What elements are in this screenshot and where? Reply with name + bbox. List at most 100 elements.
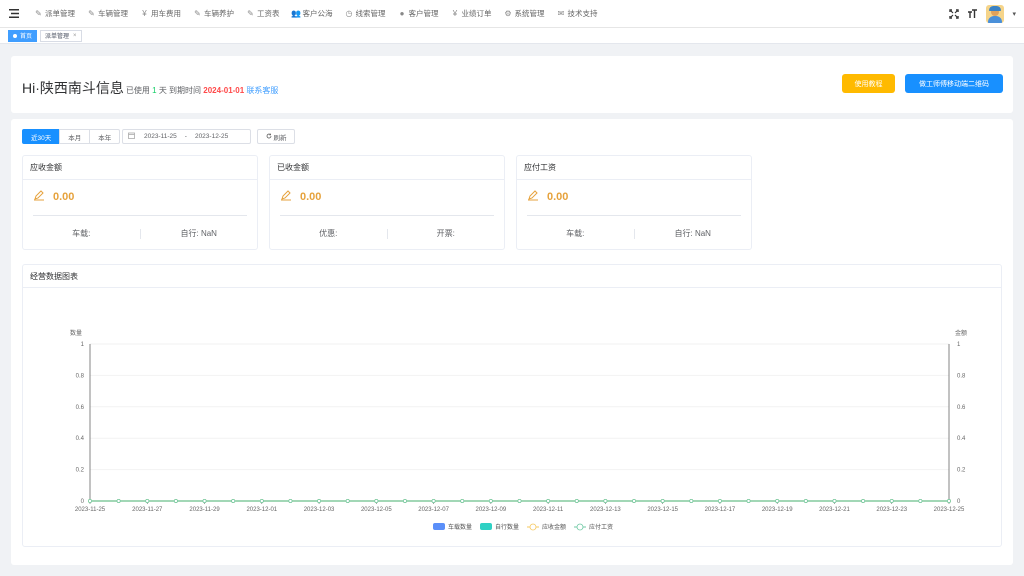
- stat-right-label: 自行: NaN: [180, 229, 217, 238]
- point-3-9: [345, 499, 350, 503]
- contact-support-link[interactable]: 联系客服: [246, 86, 278, 95]
- range-this-year[interactable]: 本年: [89, 129, 121, 144]
- dashboard-panel: 近30天 本月 本年 2023-11-25 - 2023-12-25 刷新 应收…: [11, 119, 1013, 565]
- point-3-6: [259, 499, 264, 503]
- point-3-24: [775, 499, 780, 503]
- point-3-2: [145, 499, 150, 503]
- nav-item-5[interactable]: 👥 客户公海: [286, 0, 339, 28]
- legend-label: 自行数量: [495, 523, 519, 531]
- nav-item-8[interactable]: ¥ 业绩订单: [445, 0, 498, 28]
- refresh-icon: [266, 133, 272, 141]
- nav-item-3[interactable]: ✎ 车辆养护: [187, 0, 240, 28]
- font-size-icon[interactable]: [967, 9, 978, 19]
- pen-icon: [527, 189, 539, 204]
- stat-footer: 车载: 自行: NaN: [23, 228, 257, 239]
- y-tick-left: 0.8: [76, 373, 85, 379]
- welcome-card: Hi·陕西南斗信息 已使用 1 天 到期时间 2024-01-01 联系客服 使…: [11, 56, 1013, 113]
- tutorial-button[interactable]: 使用教程: [842, 74, 895, 93]
- edit-icon: ✎: [35, 9, 42, 18]
- point-3-8: [317, 499, 322, 503]
- nav-item-1[interactable]: ✎ 车辆管理: [81, 0, 134, 28]
- nav-item-label: 派单管理: [45, 9, 75, 18]
- y-tick-right: 0.2: [957, 468, 966, 474]
- menu-toggle-icon[interactable]: [0, 0, 28, 28]
- nav-item-10[interactable]: ✉ 技术支持: [551, 0, 604, 28]
- nav-item-label: 线索管理: [355, 9, 386, 18]
- fullscreen-icon[interactable]: [949, 9, 960, 19]
- x-tick-label: 2023-12-15: [647, 507, 678, 513]
- x-tick-label: 2023-12-21: [819, 507, 850, 513]
- tab-home[interactable]: 首页: [8, 29, 38, 42]
- legend-label: 车载数量: [448, 523, 472, 531]
- point-3-16: [546, 499, 551, 503]
- wechat-icon: ✉: [557, 9, 565, 18]
- point-3-18: [603, 499, 608, 503]
- point-3-1: [116, 499, 121, 503]
- date-range-picker[interactable]: 2023-11-25 - 2023-12-25: [122, 129, 251, 144]
- point-3-5: [231, 499, 236, 503]
- mobile-qr-button[interactable]: 做工师傅移动端二维码: [905, 74, 1003, 93]
- nav-item-label: 工资表: [257, 9, 280, 18]
- divider: [33, 215, 247, 216]
- end-date[interactable]: 2023-12-25: [195, 133, 228, 140]
- y-tick-left: 0: [81, 499, 85, 505]
- stat-card-received: 已收金额 0.00 优惠: 开票:: [269, 155, 505, 250]
- point-3-0: [88, 499, 92, 503]
- y-tick-left: 0.4: [76, 436, 85, 442]
- chevron-down-icon[interactable]: ▾: [1012, 10, 1016, 18]
- point-3-26: [832, 499, 837, 503]
- y-tick-right: 0.8: [957, 373, 966, 379]
- stat-title: 已收金额: [270, 156, 504, 180]
- x-tick-label: 2023-12-13: [590, 507, 621, 513]
- close-icon[interactable]: ×: [73, 33, 77, 39]
- stat-right-label: 自行: NaN: [674, 229, 711, 238]
- user-icon: ●: [399, 9, 405, 18]
- range-30-days[interactable]: 近30天: [22, 129, 61, 144]
- point-3-22: [717, 499, 722, 503]
- nav-item-7[interactable]: ● 客户管理: [392, 0, 445, 28]
- usage-text: 已使用 1 天 到期时间 2024-01-01 联系客服: [126, 85, 279, 96]
- nav-menu: ✎ 派单管理 ✎ 车辆管理 ¥ 用车费用 ✎ 车辆养护 ✎ 工资表 👥 客户公海 ◷ 线索管理 ● 客户管理 ¥…: [28, 0, 604, 28]
- greeting-title: Hi·陕西南斗信息: [22, 80, 124, 96]
- refresh-button[interactable]: 刷新: [257, 129, 295, 144]
- tags-view: 首页 派单管理 ×: [0, 28, 1024, 44]
- stat-left-label: 车载:: [72, 229, 91, 238]
- nav-item-6[interactable]: ◷ 线索管理: [339, 0, 392, 28]
- used-days: 1: [152, 86, 157, 95]
- nav-item-9[interactable]: ⚙ 系统管理: [498, 0, 551, 28]
- nav-item-label: 业绩订单: [461, 9, 492, 18]
- y-tick-right: 0.4: [957, 436, 966, 442]
- nav-item-2[interactable]: ¥ 用车费用: [134, 0, 187, 28]
- y-tick-left: 0.6: [76, 405, 85, 411]
- pen-icon: [33, 189, 45, 204]
- point-3-7: [288, 499, 293, 503]
- stat-footer: 优惠: 开票:: [270, 228, 504, 239]
- nav-item-label: 用车费用: [151, 9, 181, 18]
- point-3-21: [689, 499, 694, 503]
- start-date[interactable]: 2023-11-25: [144, 133, 177, 140]
- y-tick-left: 0.2: [76, 468, 85, 474]
- stat-footer: 车载: 自行: NaN: [517, 228, 751, 239]
- users-icon: 👥: [291, 9, 301, 18]
- point-3-10: [374, 499, 379, 503]
- range-this-month[interactable]: 本月: [59, 129, 91, 144]
- tab-dispatch[interactable]: 派单管理 ×: [40, 29, 82, 42]
- greeting: Hi·陕西南斗信息 已使用 1 天 到期时间 2024-01-01 联系客服: [22, 78, 278, 98]
- stat-left-label: 车载:: [566, 229, 585, 238]
- user-avatar[interactable]: [986, 5, 1005, 23]
- y-tick-right: 1: [957, 342, 961, 348]
- x-tick-label: 2023-12-05: [361, 507, 392, 513]
- amount-value: 0.00: [547, 190, 569, 203]
- used-suffix: 天 到期时间: [158, 86, 202, 95]
- nav-item-0[interactable]: ✎ 派单管理: [28, 0, 81, 28]
- divider: [280, 215, 494, 216]
- legend-marker: [529, 523, 537, 531]
- legend-label: 应收金额: [542, 523, 566, 531]
- nav-item-4[interactable]: ✎ 工资表: [240, 0, 286, 28]
- pen-icon: [280, 189, 292, 204]
- point-3-27: [861, 499, 866, 503]
- x-tick-label: 2023-12-07: [418, 507, 449, 513]
- point-3-12: [431, 499, 436, 503]
- legend-swatch: [480, 523, 492, 530]
- stat-amount: 0.00: [527, 189, 568, 204]
